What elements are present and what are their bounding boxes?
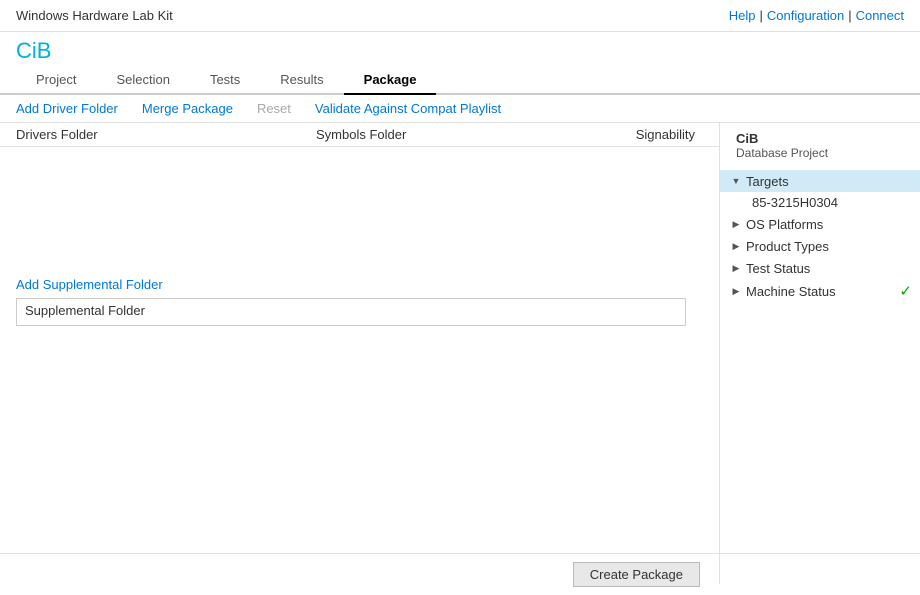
os-platforms-label: OS Platforms [746,217,912,232]
tree-test-status[interactable]: Test Status [720,257,920,279]
tree-product-types[interactable]: Product Types [720,235,920,257]
content-area: Drivers Folder Symbols Folder Signabilit… [0,123,720,584]
right-panel: CiB Database Project Targets 85-3215H030… [720,123,920,584]
column-headers: Drivers Folder Symbols Folder Signabilit… [0,123,719,147]
main-layout: Drivers Folder Symbols Folder Signabilit… [0,123,920,584]
tab-results[interactable]: Results [260,66,343,95]
add-supplemental-folder-link[interactable]: Add Supplemental Folder [16,277,163,292]
bottom-bar: Create Package [0,553,920,595]
supplemental-folder-input[interactable]: Supplemental Folder [16,298,686,326]
bottom-empty [0,336,719,584]
validate-button[interactable]: Validate Against Compat Playlist [315,99,501,118]
header: Windows Hardware Lab Kit Help | Configur… [0,0,920,32]
machine-status-check-icon: ✓ [899,282,912,300]
tab-package[interactable]: Package [344,66,437,95]
help-link[interactable]: Help [729,8,756,23]
test-status-expand-icon [728,260,744,276]
tree-os-platforms[interactable]: OS Platforms [720,213,920,235]
connect-link[interactable]: Connect [856,8,904,23]
drivers-folder-header: Drivers Folder [16,127,316,142]
machine-status-expand-icon [728,283,744,299]
toolbar: Add Driver Folder Merge Package Reset Va… [0,95,920,123]
targets-expand-icon [728,173,744,189]
header-links: Help | Configuration | Connect [729,8,904,23]
product-types-label: Product Types [746,239,912,254]
add-driver-folder-button[interactable]: Add Driver Folder [16,99,118,118]
tab-tests[interactable]: Tests [190,66,260,95]
test-status-label: Test Status [746,261,912,276]
configuration-link[interactable]: Configuration [767,8,844,23]
content-empty-area [0,147,719,271]
app-short-title: CiB [0,32,920,66]
product-types-expand-icon [728,238,744,254]
targets-label: Targets [746,174,912,189]
nav-tabs: Project Selection Tests Results Package [0,66,920,95]
tree-target-id: 85-3215H0304 [720,192,920,213]
merge-package-button[interactable]: Merge Package [142,99,233,118]
right-panel-project-type: Database Project [720,146,920,166]
tab-selection[interactable]: Selection [96,66,189,95]
symbols-folder-header: Symbols Folder [316,127,596,142]
tree: Targets 85-3215H0304 OS Platforms Produc… [720,170,920,303]
tree-targets[interactable]: Targets [720,170,920,192]
machine-status-label: Machine Status [746,284,895,299]
right-panel-project-name: CiB [720,131,920,146]
supplemental-area: Add Supplemental Folder Supplemental Fol… [0,271,719,336]
tree-machine-status[interactable]: Machine Status ✓ [720,279,920,303]
os-platforms-expand-icon [728,216,744,232]
separator-2: | [848,8,851,23]
app-title-header: Windows Hardware Lab Kit [16,8,173,23]
reset-button[interactable]: Reset [257,99,291,118]
signability-header: Signability [596,127,703,142]
create-package-button[interactable]: Create Package [573,562,700,587]
tab-project[interactable]: Project [16,66,96,95]
separator-1: | [759,8,762,23]
